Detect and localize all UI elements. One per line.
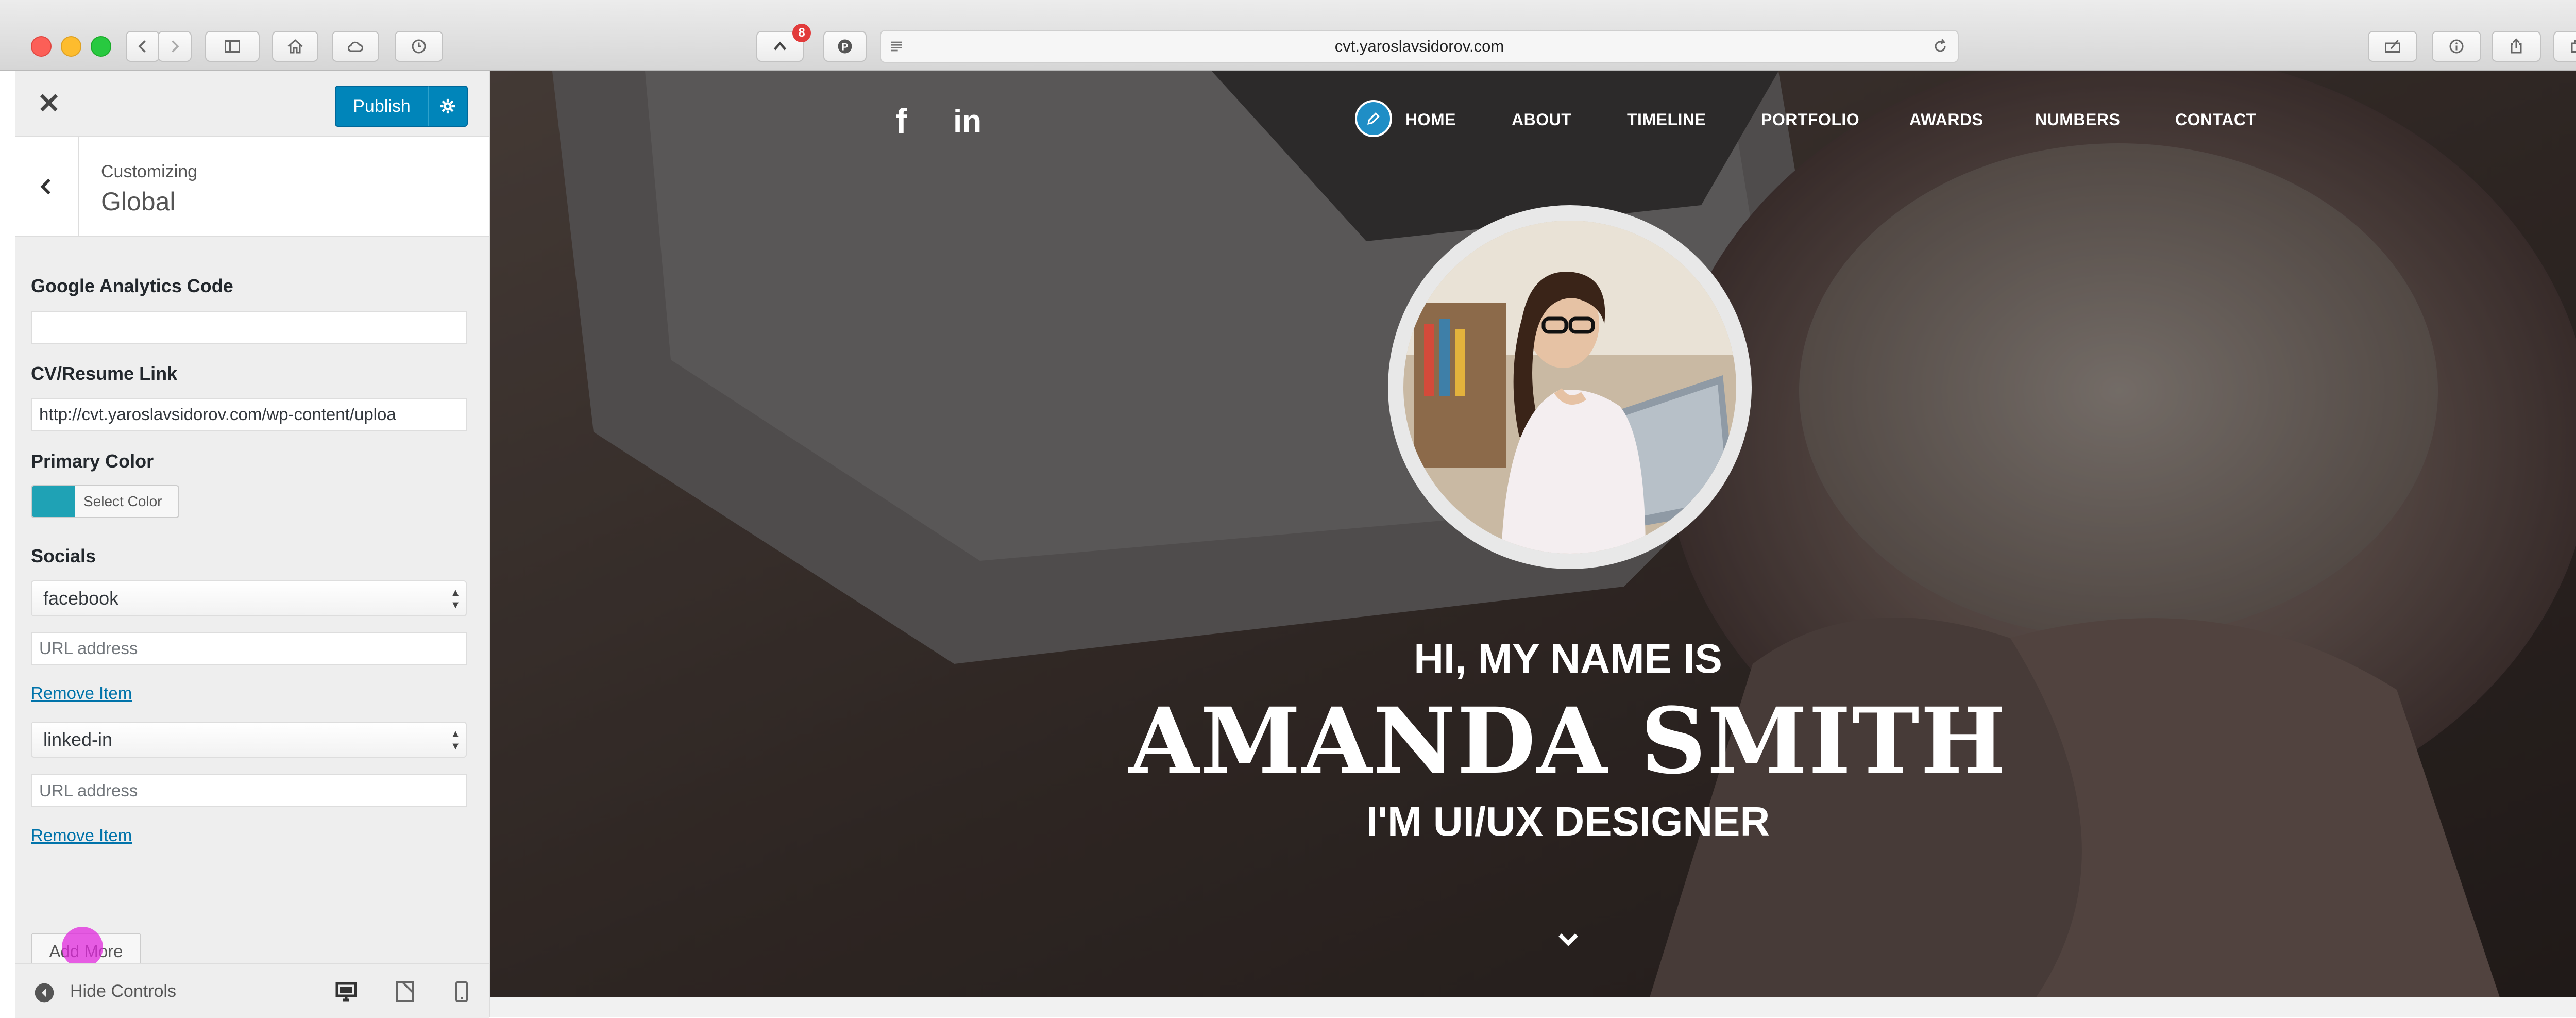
cv-link-input[interactable]: http://cvt.yaroslavsidorov.com/wp-conten…	[31, 398, 467, 431]
mobile-preview-icon[interactable]	[449, 979, 474, 1004]
collapse-icon[interactable]	[34, 982, 55, 1003]
close-customizer-button[interactable]: ✕	[31, 84, 67, 124]
back-button[interactable]	[15, 137, 79, 236]
hero-name: AMANDA SMITH	[1129, 688, 2007, 794]
section-title: Global	[101, 187, 176, 216]
socials-label: Socials	[31, 545, 96, 566]
chevron-down-icon[interactable]	[1556, 927, 1581, 952]
forward-nav-button[interactable]	[158, 31, 192, 62]
primary-color-label: Primary Color	[31, 450, 154, 472]
social-network-select[interactable]: linked-in ▲ ▼	[31, 722, 467, 758]
gear-icon	[440, 98, 455, 114]
site-preview: f in HOME ABOUT TIMELINE PORTFOLIO AWARD…	[490, 71, 2576, 997]
hide-controls-button[interactable]: Hide Controls	[70, 981, 176, 1002]
customizer-breadcrumb: Customizing Global	[15, 137, 489, 237]
select-arrows-icon: ▲ ▼	[450, 728, 461, 752]
select-color-label: Select Color	[83, 493, 162, 509]
sidebar-toggle-button[interactable]	[205, 31, 260, 62]
share-icon	[2511, 38, 2522, 54]
pinterest-button[interactable]: P	[823, 31, 867, 62]
tab-overview-button[interactable]	[2553, 31, 2576, 62]
pinterest-icon: P	[838, 39, 852, 54]
tablet-preview-icon[interactable]	[393, 979, 417, 1004]
home-icon	[287, 39, 303, 54]
info-icon	[2449, 39, 2464, 54]
linkedin-icon[interactable]: in	[953, 103, 981, 140]
history-button[interactable]	[395, 31, 443, 62]
hero-subtitle: I'M UI/UX DESIGNER	[1366, 798, 1770, 844]
analytics-label: Google Analytics Code	[31, 275, 233, 296]
social-url-input[interactable]: URL address	[31, 774, 467, 807]
social-network-value: linked-in	[43, 729, 113, 750]
edit-shortcut-button[interactable]	[1355, 100, 1392, 137]
hero-greeting: HI, MY NAME IS	[1414, 636, 1722, 681]
customizer-footer: Hide Controls	[15, 963, 489, 1018]
close-window-button[interactable]	[31, 36, 52, 57]
chevron-left-icon	[40, 178, 51, 195]
extension-badge: 8	[792, 24, 811, 42]
svg-text:P: P	[841, 42, 848, 53]
color-swatch	[32, 486, 75, 517]
zoom-window-button[interactable]	[91, 36, 111, 57]
customizer-sidebar: ✕ Publish Customizing Global Google Anal…	[15, 71, 490, 1018]
nav-about[interactable]: ABOUT	[1512, 110, 1571, 129]
social-network-select[interactable]: facebook ▲ ▼	[31, 580, 467, 616]
customizer-header: ✕ Publish	[15, 71, 489, 137]
address-bar[interactable]: cvt.yaroslavsidorov.com	[880, 30, 1959, 63]
publish-button[interactable]: Publish	[335, 86, 429, 127]
home-button[interactable]	[272, 31, 318, 62]
caret-up-icon	[773, 41, 787, 51]
social-network-value: facebook	[43, 588, 119, 609]
browser-window: 8 P cvt.yaroslavsidorov.com + ✕ Publish	[0, 0, 2576, 1018]
chevron-right-icon	[172, 40, 179, 53]
profile-avatar	[1388, 205, 1752, 569]
click-indicator	[62, 927, 103, 968]
nav-home[interactable]: HOME	[1405, 110, 1456, 129]
back-nav-button[interactable]	[126, 31, 160, 62]
nav-awards[interactable]: AWARDS	[1909, 110, 1983, 129]
select-arrows-icon: ▲ ▼	[450, 587, 461, 611]
info-button[interactable]	[2432, 31, 2481, 62]
nav-numbers[interactable]: NUMBERS	[2035, 110, 2120, 129]
pencil-icon	[1367, 112, 1380, 125]
tabs-icon	[2571, 40, 2576, 53]
chevron-left-icon	[138, 40, 146, 53]
select-color-button[interactable]: Select Color	[31, 485, 179, 518]
analytics-input[interactable]	[31, 311, 467, 344]
remove-item-link[interactable]: Remove Item	[31, 826, 132, 845]
profile-photo	[1403, 221, 1736, 554]
clock-icon	[412, 39, 426, 54]
nav-portfolio[interactable]: PORTFOLIO	[1761, 110, 1859, 129]
annotate-button[interactable]	[2368, 31, 2417, 62]
close-icon: ✕	[37, 88, 61, 119]
remove-item-link[interactable]: Remove Item	[31, 683, 132, 703]
breadcrumb-label: Customizing	[101, 162, 198, 181]
reload-icon[interactable]	[1931, 37, 1950, 56]
preview-bottom-edge	[490, 997, 2576, 1017]
minimize-window-button[interactable]	[61, 36, 81, 57]
icloud-tabs-button[interactable]	[332, 31, 379, 62]
cloud-icon	[347, 41, 363, 52]
nav-contact[interactable]: CONTACT	[2175, 110, 2257, 129]
sidebar-icon	[225, 40, 240, 53]
url-text: cvt.yaroslavsidorov.com	[1334, 37, 1504, 55]
nav-timeline[interactable]: TIMELINE	[1627, 110, 1706, 129]
facebook-icon[interactable]: f	[895, 101, 907, 141]
browser-toolbar: 8 P cvt.yaroslavsidorov.com +	[0, 0, 2576, 71]
share-button[interactable]	[2492, 31, 2541, 62]
publish-settings-button[interactable]	[428, 86, 468, 127]
pen-icon	[2385, 40, 2400, 53]
desktop-preview-icon[interactable]	[334, 979, 359, 1004]
cv-link-label: CV/Resume Link	[31, 363, 178, 384]
social-url-input[interactable]: URL address	[31, 632, 467, 665]
